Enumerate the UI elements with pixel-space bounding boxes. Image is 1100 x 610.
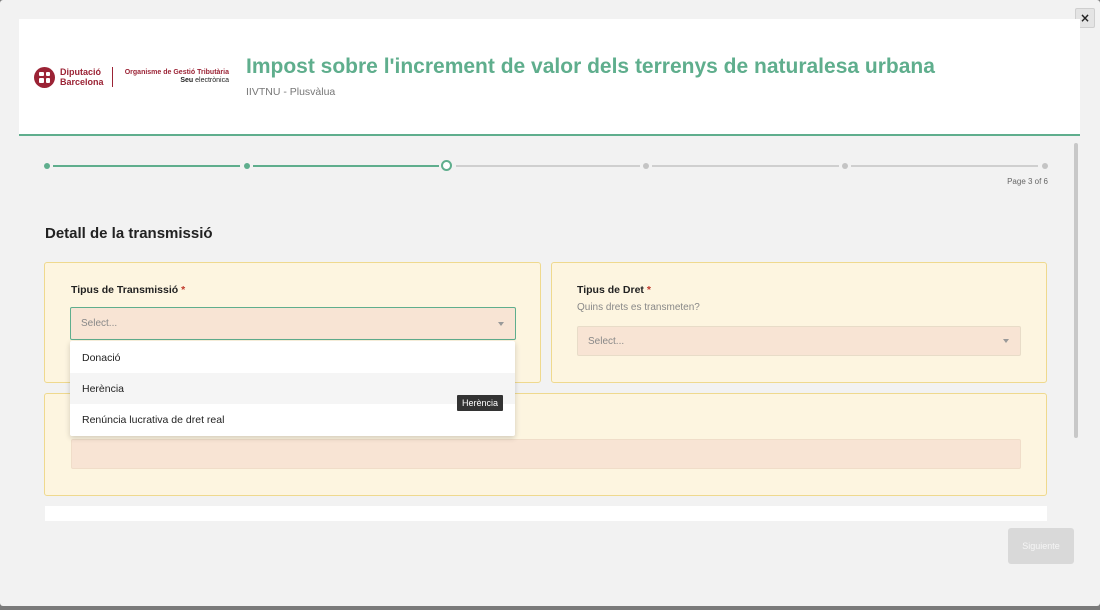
- page-title: Impost sobre l'increment de valor dels t…: [246, 55, 935, 78]
- step-1-dot: [44, 163, 50, 169]
- vertical-scrollbar[interactable]: [1074, 143, 1078, 438]
- modal-dialog: × Diputació Barcelona Organisme de Gesti…: [0, 0, 1100, 606]
- step-4-dot: [643, 163, 649, 169]
- page-counter: Page 3 of 6: [1007, 177, 1048, 186]
- form-header: Diputació Barcelona Organisme de Gestió …: [19, 19, 1080, 136]
- third-field-input[interactable]: [71, 439, 1021, 469]
- page-subtitle: IIVTNU - Plusvàlua: [246, 86, 336, 98]
- step-line-2: [253, 165, 439, 167]
- step-line-1: [53, 165, 240, 167]
- step-3-dot: [441, 160, 452, 171]
- option-renuncia-lucrativa[interactable]: Renúncia lucrativa de dret real: [70, 404, 515, 435]
- diputacio-seal-icon: [34, 66, 55, 88]
- logo-sub-org: Organisme de Gestió Tributària Seu elect…: [124, 69, 229, 84]
- chevron-down-icon: [498, 321, 504, 326]
- chevron-down-icon: [1003, 339, 1009, 343]
- step-line-3: [456, 165, 640, 167]
- tipus-dret-hint: Quins drets es transmeten?: [577, 302, 700, 313]
- tipus-transmissio-label: Tipus de Transmissió *: [71, 284, 186, 296]
- organization-logo: Diputació Barcelona Organisme de Gestió …: [34, 65, 229, 89]
- option-tooltip: Herència: [457, 395, 503, 411]
- step-2-dot: [244, 163, 250, 169]
- tipus-dret-placeholder: Select...: [588, 335, 625, 347]
- tipus-dret-select[interactable]: Select...: [577, 326, 1021, 356]
- progress-stepper: [44, 160, 1048, 172]
- next-button[interactable]: Siguiente: [1008, 528, 1074, 564]
- card-tipus-dret: [551, 262, 1047, 383]
- section-title: Detall de la transmissió: [45, 225, 213, 242]
- logo-org-name: Diputació Barcelona: [60, 67, 104, 87]
- step-6-dot: [1042, 163, 1048, 169]
- tipus-transmissio-select[interactable]: Select...: [70, 307, 516, 340]
- step-line-4: [652, 165, 839, 167]
- option-herencia[interactable]: Herència: [70, 373, 515, 404]
- next-section-preview: [45, 506, 1047, 521]
- tipus-transmissio-placeholder: Select...: [81, 318, 118, 329]
- step-line-5: [851, 165, 1038, 167]
- close-icon: ×: [1079, 11, 1091, 25]
- tipus-transmissio-dropdown: Donació Herència Renúncia lucrativa de d…: [70, 341, 515, 436]
- tipus-dret-label: Tipus de Dret *: [577, 284, 651, 296]
- step-5-dot: [842, 163, 848, 169]
- option-donacio[interactable]: Donació: [70, 342, 515, 373]
- logo-divider: [112, 67, 113, 87]
